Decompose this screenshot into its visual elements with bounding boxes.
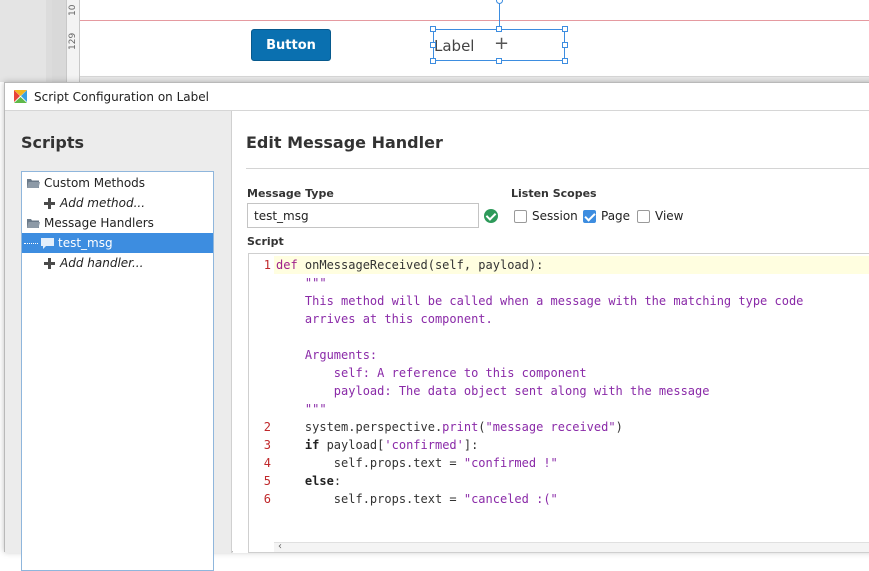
code-line: payload: The data object sent along with…: [276, 384, 710, 398]
message-icon: [40, 236, 54, 250]
alignment-guide: [80, 20, 869, 21]
line-number-gutter: 1 2 3 4 5 6: [249, 254, 274, 552]
plus-icon: [42, 196, 56, 210]
resize-handle[interactable]: [496, 26, 502, 32]
line-number: 3: [263, 438, 271, 452]
resize-handle[interactable]: [430, 42, 436, 48]
scope-session-checkbox[interactable]: Session: [514, 209, 578, 223]
resize-handle[interactable]: [430, 26, 436, 32]
code-line: self.props.text = "canceled :(": [276, 492, 558, 506]
panel-heading: Edit Message Handler: [246, 133, 443, 152]
scope-page-checkbox[interactable]: Page: [583, 209, 630, 223]
scripts-sidebar: Scripts Custom Methods Add method... Mes…: [5, 111, 232, 571]
tree-item-message-handlers[interactable]: Message Handlers: [22, 213, 213, 233]
ruler-mark: 129: [68, 32, 78, 50]
left-panel-strip: [0, 0, 52, 82]
canvas-button-component[interactable]: Button: [251, 29, 331, 61]
message-type-input[interactable]: [247, 203, 479, 228]
dialog-title: Script Configuration on Label: [34, 89, 209, 104]
scope-label: View: [655, 209, 684, 223]
folder-icon: [26, 176, 40, 190]
scope-view-checkbox[interactable]: View: [637, 209, 683, 223]
line-number: 2: [263, 420, 271, 434]
tree-item-label: Add method...: [60, 196, 146, 210]
checkbox-box[interactable]: [583, 209, 596, 223]
code-line: else:: [304, 474, 342, 488]
tree-item-add-method[interactable]: Add method...: [22, 193, 213, 213]
tree-item-label: Message Handlers: [44, 216, 154, 230]
script-configuration-dialog: Script Configuration on Label Scripts Cu…: [4, 82, 869, 571]
plus-icon: [42, 256, 56, 270]
code-line: if payload['confirmed']:: [304, 438, 479, 452]
rotation-handle-line: [499, 0, 500, 29]
code-line: arrives at this component.: [276, 312, 493, 326]
designer-gutter: [52, 0, 66, 82]
message-type-label: Message Type: [247, 187, 334, 200]
scope-label: Page: [601, 209, 631, 223]
resize-handle[interactable]: [562, 58, 568, 64]
tree-item-label: test_msg: [58, 236, 113, 250]
resize-handle[interactable]: [562, 42, 568, 48]
code-line: def onMessageReceived(self, payload):: [276, 258, 544, 272]
checkbox-box[interactable]: [514, 209, 527, 223]
check-circle-icon: [484, 209, 498, 223]
folder-icon: [26, 216, 40, 230]
tree-connector: [24, 242, 38, 244]
scroll-left-icon[interactable]: ‹: [278, 541, 282, 552]
line-number: 5: [263, 474, 271, 488]
code-line: This method will be called when a messag…: [276, 294, 804, 308]
code-line: self: A reference to this component: [276, 366, 587, 380]
code-line: system.perspective.print("message receiv…: [276, 420, 623, 434]
code-area[interactable]: def onMessageReceived(self, payload): ""…: [274, 254, 869, 552]
tree-item-label: Custom Methods: [44, 176, 146, 190]
scope-label: Session: [532, 209, 578, 223]
line-number: 4: [263, 456, 271, 470]
resize-handle[interactable]: [562, 26, 568, 32]
listen-scopes-label: Listen Scopes: [511, 187, 597, 200]
line-number: 6: [263, 492, 271, 506]
script-editor[interactable]: 1 2 3 4 5 6 def onMessageReceived(self, …: [248, 253, 869, 553]
ignition-logo-icon: [13, 89, 28, 104]
label-component-text: Label: [434, 37, 475, 55]
code-line: """: [276, 276, 327, 290]
resize-handle[interactable]: [496, 58, 502, 64]
script-label: Script: [247, 235, 284, 248]
edit-handler-panel: Edit Message Handler Message Type Listen…: [233, 111, 869, 553]
resize-handle[interactable]: [430, 58, 436, 64]
line-number: 1: [263, 258, 271, 272]
scripts-tree[interactable]: Custom Methods Add method... Message Han…: [21, 171, 214, 571]
ruler-mark: 10: [68, 4, 78, 16]
divider: [246, 168, 869, 169]
code-line: Arguments:: [276, 348, 378, 362]
code-line: """: [276, 402, 327, 416]
sidebar-heading: Scripts: [21, 133, 85, 152]
tree-item-custom-methods[interactable]: Custom Methods: [22, 173, 213, 193]
move-cursor-icon: +: [494, 33, 510, 54]
tree-item-test-msg[interactable]: test_msg: [22, 233, 213, 253]
checkbox-box[interactable]: [637, 209, 650, 223]
vertical-ruler: 10 129: [66, 0, 80, 82]
tree-item-label: Add handler...: [60, 256, 144, 270]
code-line: self.props.text = "confirmed !": [276, 456, 558, 470]
designer-canvas-area: 10 129 Button Label +: [0, 0, 869, 82]
tree-item-add-handler[interactable]: Add handler...: [22, 253, 213, 273]
canvas-label-component[interactable]: Label +: [433, 29, 565, 61]
dialog-titlebar[interactable]: Script Configuration on Label: [5, 83, 869, 111]
